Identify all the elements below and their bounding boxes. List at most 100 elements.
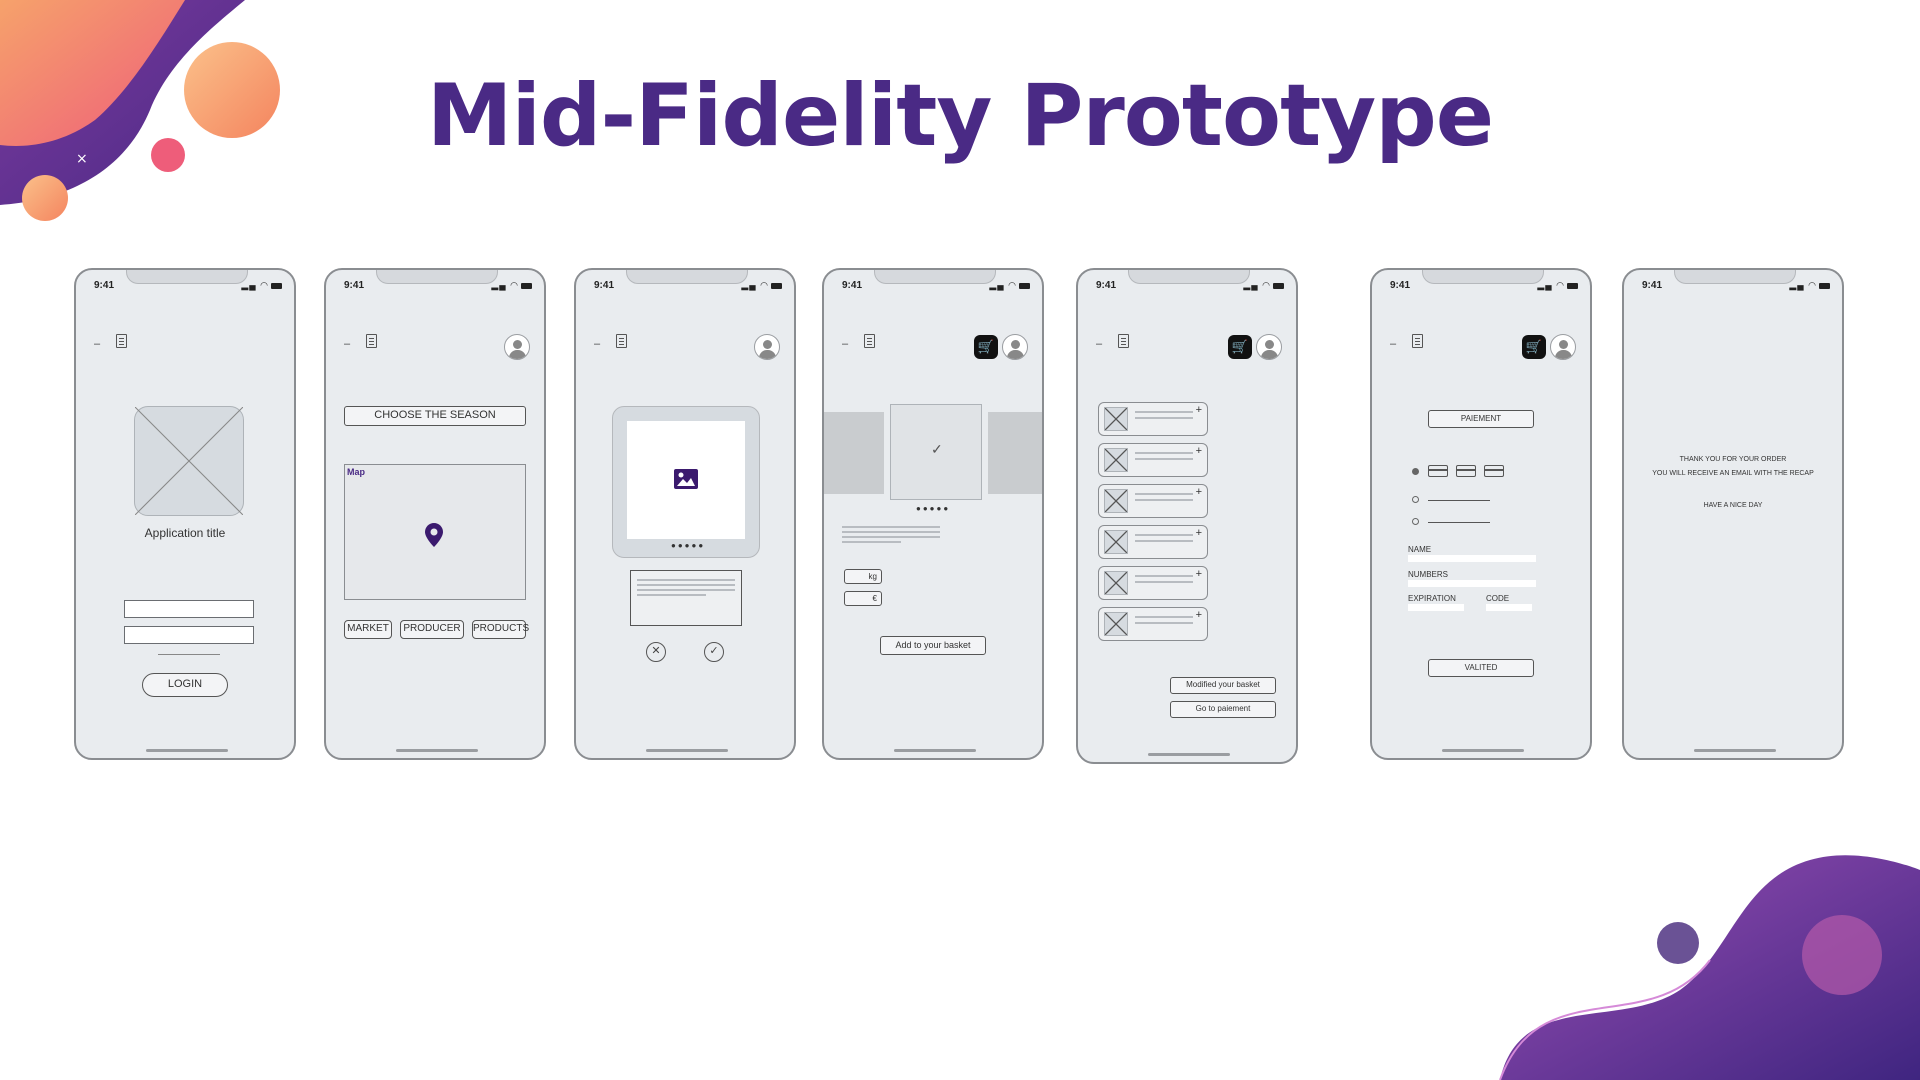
thanks-line-1: THANK YOU FOR YOUR ORDER — [1679, 456, 1787, 463]
status-time: 9:41 — [842, 280, 863, 291]
password-input[interactable] — [124, 626, 254, 644]
status-time: 9:41 — [1642, 280, 1663, 291]
cart-icon[interactable]: 🛒 — [1522, 335, 1546, 359]
status-time: 9:41 — [344, 280, 365, 291]
expiration-input[interactable] — [1408, 604, 1464, 611]
plus-icon[interactable]: + — [1196, 568, 1202, 580]
name-input[interactable] — [1408, 555, 1536, 562]
phone-login-screen: 9:41 ▂▄ ◠ – Application title LOGIN — [74, 268, 296, 760]
carousel-current-item[interactable]: ✓ — [890, 404, 982, 500]
price-input[interactable]: € — [844, 591, 882, 606]
battery-icon — [771, 282, 782, 289]
home-indicator — [1442, 749, 1524, 752]
product-description-lines — [842, 526, 940, 546]
phone-season-screen: 9:41 ▂▄ ◠ – CHOOSE THE SEASON Map MARKET… — [324, 268, 546, 760]
product-card[interactable]: ●●●●● — [612, 406, 760, 558]
check-icon[interactable]: ✓ — [704, 642, 724, 662]
description-text-lines — [637, 579, 735, 599]
basket-list-item[interactable]: + — [1098, 566, 1208, 600]
user-avatar-icon[interactable] — [1002, 334, 1028, 360]
plus-icon[interactable]: + — [1196, 404, 1202, 416]
user-avatar-icon[interactable] — [1550, 334, 1576, 360]
minus-icon[interactable]: – — [344, 338, 350, 350]
image-icon — [674, 469, 698, 489]
close-icon[interactable]: ✕ — [646, 642, 666, 662]
basket-list-item[interactable]: + — [1098, 443, 1208, 477]
radio-card[interactable] — [1412, 468, 1419, 475]
product-thumbnail — [1104, 612, 1128, 636]
home-indicator — [1148, 753, 1230, 756]
status-time: 9:41 — [94, 280, 115, 291]
modify-basket-button[interactable]: Modified your basket — [1170, 677, 1276, 694]
phone-thanks-screen: 9:41 ▂▄ ◠ THANK YOU FOR YOUR ORDER YOU W… — [1622, 268, 1844, 760]
cart-icon[interactable]: 🛒 — [974, 335, 998, 359]
product-thumbnail — [1104, 448, 1128, 472]
status-icons: ▂▄ ◠ — [1243, 280, 1284, 291]
go-to-payment-button[interactable]: Go to paiement — [1170, 701, 1276, 718]
decorative-blob-bottom-right — [1499, 855, 1920, 1080]
plus-icon[interactable]: + — [1196, 445, 1202, 457]
home-indicator — [894, 749, 976, 752]
item-text-lines — [1135, 575, 1193, 587]
cart-icon[interactable]: 🛒 — [1228, 335, 1252, 359]
minus-icon[interactable]: – — [94, 338, 100, 350]
menu-document-icon[interactable] — [366, 334, 377, 348]
status-icons: ▂▄ ◠ — [741, 280, 782, 291]
minus-icon[interactable]: – — [842, 338, 848, 350]
option-2-line — [1428, 500, 1490, 501]
menu-document-icon[interactable] — [116, 334, 127, 348]
divider — [158, 654, 220, 655]
basket-list-item[interactable]: + — [1098, 525, 1208, 559]
user-avatar-icon[interactable] — [754, 334, 780, 360]
status-icons: ▂▄ ◠ — [491, 280, 532, 291]
menu-document-icon[interactable] — [616, 334, 627, 348]
numbers-input[interactable] — [1408, 580, 1536, 587]
carousel-dots: ●●●●● — [916, 504, 951, 513]
add-to-basket-button[interactable]: Add to your basket — [880, 636, 986, 655]
minus-icon[interactable]: – — [594, 338, 600, 350]
plus-icon[interactable]: + — [1196, 486, 1202, 498]
menu-document-icon[interactable] — [1118, 334, 1129, 348]
status-time: 9:41 — [1390, 280, 1411, 291]
minus-icon[interactable]: – — [1096, 338, 1102, 350]
phone-swipe-screen: 9:41 ▂▄ ◠ – ●●●●● ✕ ✓ — [574, 268, 796, 760]
menu-document-icon[interactable] — [1412, 334, 1423, 348]
radio-option-2[interactable] — [1412, 496, 1419, 503]
thanks-line-2: YOU WILL RECEIVE AN EMAIL WITH THE RECAP — [1652, 470, 1814, 477]
home-indicator — [646, 749, 728, 752]
payment-title: PAIEMENT — [1428, 410, 1534, 428]
tab-producer[interactable]: PRODUCER — [400, 620, 464, 639]
credit-card-icon[interactable] — [1428, 465, 1448, 477]
plus-icon[interactable]: + — [1196, 609, 1202, 621]
item-text-lines — [1135, 493, 1193, 505]
credit-card-icon[interactable] — [1456, 465, 1476, 477]
tab-products[interactable]: PRODUCTS — [472, 620, 529, 639]
location-pin-icon[interactable] — [425, 523, 443, 547]
image-frame — [627, 421, 745, 539]
validate-button[interactable]: VALITED — [1428, 659, 1534, 677]
code-input[interactable] — [1486, 604, 1532, 611]
username-input[interactable] — [124, 600, 254, 618]
carousel-next-item[interactable] — [988, 412, 1042, 494]
user-avatar-icon[interactable] — [504, 334, 530, 360]
choose-season-button[interactable]: CHOOSE THE SEASON — [344, 406, 526, 426]
menu-document-icon[interactable] — [864, 334, 875, 348]
credit-card-icon[interactable] — [1484, 465, 1504, 477]
radio-option-3[interactable] — [1412, 518, 1419, 525]
description-box — [630, 570, 742, 626]
status-icons: ▂▄ ◠ — [1789, 280, 1830, 291]
carousel-prev-item[interactable] — [824, 412, 884, 494]
login-button[interactable]: LOGIN — [142, 673, 228, 697]
notch — [1128, 270, 1250, 284]
basket-list-item[interactable]: + — [1098, 484, 1208, 518]
weight-input[interactable]: kg — [844, 569, 882, 584]
notch — [874, 270, 996, 284]
map-panel[interactable]: Map — [344, 464, 526, 600]
plus-icon[interactable]: + — [1196, 527, 1202, 539]
basket-list-item[interactable]: + — [1098, 402, 1208, 436]
tab-market[interactable]: MARKET — [344, 620, 392, 639]
basket-list-item[interactable]: + — [1098, 607, 1208, 641]
user-avatar-icon[interactable] — [1256, 334, 1282, 360]
minus-icon[interactable]: – — [1390, 338, 1396, 350]
battery-icon — [521, 282, 532, 289]
